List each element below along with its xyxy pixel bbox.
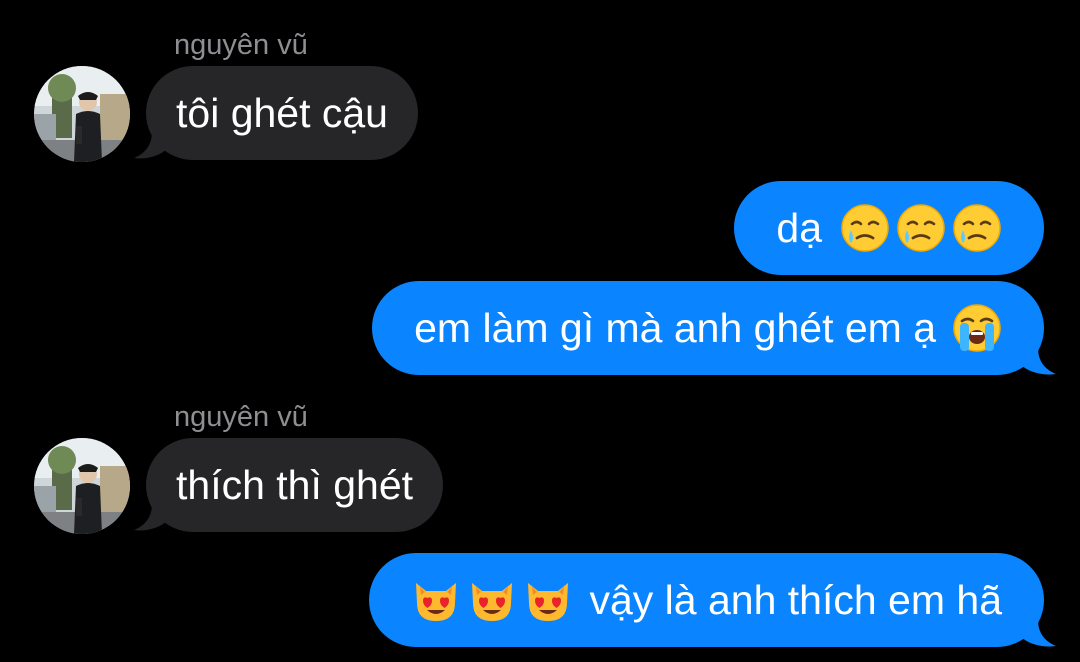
avatar[interactable]: [34, 438, 130, 534]
message-text: dạ: [776, 204, 822, 251]
profile-photo-icon: [34, 438, 130, 534]
bubble-tail: [1020, 620, 1056, 647]
bubble-tail: [134, 132, 168, 159]
message-text: thích thì ghét: [176, 461, 414, 508]
message-bubble-outgoing[interactable]: vậy là anh thích em hã: [369, 553, 1044, 647]
sender-name: nguyên vũ: [174, 401, 308, 433]
smiling-cat-with-heart-eyes-icon: [411, 575, 461, 625]
smiling-cat-with-heart-eyes-icon: [467, 575, 517, 625]
bubble-tail: [134, 504, 168, 531]
profile-photo-icon: [34, 66, 130, 162]
message-text: tôi ghét cậu: [176, 89, 388, 136]
bubble-tail: [1020, 348, 1056, 375]
message-bubble-incoming[interactable]: thích thì ghét: [146, 438, 444, 532]
smiling-cat-with-heart-eyes-icon: [523, 575, 573, 625]
avatar[interactable]: [34, 66, 130, 162]
message-text: em làm gì mà anh ghét em ạ: [414, 304, 936, 351]
loudly-crying-face-icon: [952, 303, 1002, 353]
message-bubble-outgoing[interactable]: dạ: [734, 181, 1044, 275]
face-holding-back-tears-icon: [840, 203, 890, 253]
face-holding-back-tears-icon: [952, 203, 1002, 253]
message-text: vậy là anh thích em hã: [589, 576, 1002, 623]
sender-name: nguyên vũ: [174, 29, 308, 61]
face-holding-back-tears-icon: [896, 203, 946, 253]
message-bubble-incoming[interactable]: tôi ghét cậu: [146, 66, 418, 160]
message-bubble-outgoing[interactable]: em làm gì mà anh ghét em ạ: [372, 281, 1044, 375]
